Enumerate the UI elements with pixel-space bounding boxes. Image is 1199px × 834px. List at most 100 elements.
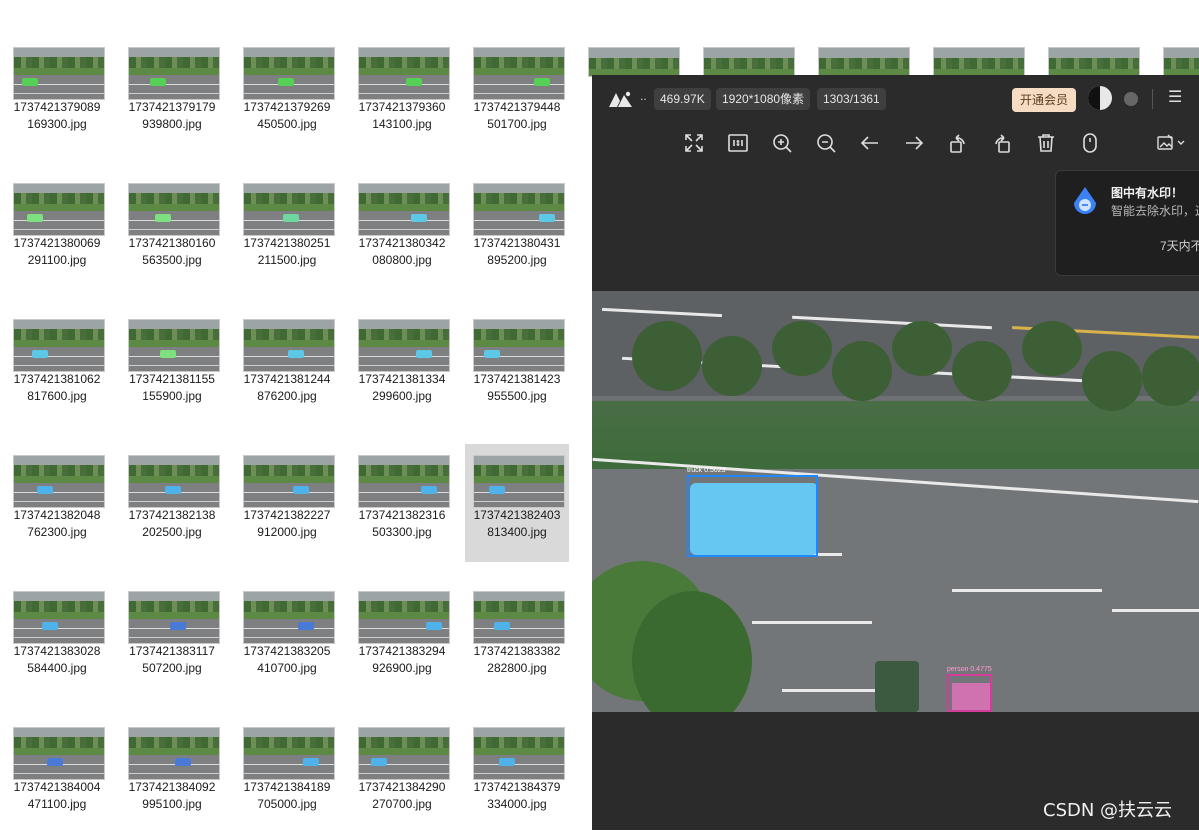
file-tile[interactable]: 1737421383117 507200.jpg	[120, 580, 224, 698]
file-thumbnail	[244, 728, 334, 779]
file-name: 1737421383117 507200.jpg	[129, 644, 215, 675]
avatar[interactable]	[1088, 86, 1112, 110]
file-name: 1737421381244 876200.jpg	[243, 372, 331, 403]
file-tile[interactable]: 1737421384290 270700.jpg	[350, 716, 454, 834]
fit-screen-icon[interactable]	[682, 131, 706, 155]
vip-button[interactable]: 开通会员	[1012, 88, 1076, 112]
detection-image: truck 0.5023 person 0.4775	[592, 291, 1199, 712]
zoom-in-icon[interactable]	[770, 131, 794, 155]
file-name: 1737421380431 895200.jpg	[473, 236, 561, 267]
file-name: 1737421380160 563500.jpg	[128, 236, 216, 267]
file-thumbnail	[129, 184, 219, 235]
resolution-chip: 1920*1080像素	[716, 88, 811, 110]
file-thumbnail	[244, 48, 334, 99]
file-thumbnail-partial[interactable]	[704, 48, 794, 76]
file-name: 1737421383382 282800.jpg	[473, 644, 561, 675]
zoom-out-icon[interactable]	[814, 131, 838, 155]
file-name: 1737421379448 501700.jpg	[473, 100, 561, 131]
rotate-right-icon[interactable]	[990, 131, 1014, 155]
file-name: 1737421384004 471100.jpg	[13, 780, 101, 811]
file-thumbnail	[359, 320, 449, 371]
file-tile[interactable]: 1737421379089 169300.jpg	[5, 36, 109, 154]
file-tile[interactable]: 1737421383028 584400.jpg	[5, 580, 109, 698]
viewer-topbar: .. 469.97K 1920*1080像素 1303/1361 开通会员 ☰	[592, 75, 1199, 123]
watermark-dismiss-link[interactable]: 7天内不	[1160, 237, 1199, 254]
file-thumbnail	[14, 728, 104, 779]
badge-icon[interactable]	[1124, 92, 1138, 106]
file-name: 1737421384092 995100.jpg	[128, 780, 216, 811]
green-truck	[875, 661, 919, 712]
file-tile[interactable]: 1737421382138 202500.jpg	[120, 444, 224, 562]
file-tile[interactable]: 1737421381334 299600.jpg	[350, 308, 454, 426]
file-thumbnail	[359, 728, 449, 779]
file-name: 1737421381062 817600.jpg	[13, 372, 101, 403]
file-thumbnail	[129, 456, 219, 507]
file-tile[interactable]: 1737421379179 939800.jpg	[120, 36, 224, 154]
arrow-right-icon[interactable]	[902, 131, 926, 155]
file-name: 1737421383294 926900.jpg	[358, 644, 446, 675]
file-tile[interactable]: 1737421380342 080800.jpg	[350, 172, 454, 290]
file-name: 1737421379179 939800.jpg	[128, 100, 216, 131]
person-label: person 0.4775	[947, 666, 992, 673]
watermark-drop-icon	[1074, 187, 1096, 214]
file-name: 1737421383028 584400.jpg	[13, 644, 101, 675]
file-tile[interactable]: 1737421380069 291100.jpg	[5, 172, 109, 290]
file-tile[interactable]: 1737421384379 334000.jpg	[465, 716, 569, 834]
file-tile[interactable]: 1737421381062 817600.jpg	[5, 308, 109, 426]
file-name: 1737421381423 955500.jpg	[473, 372, 561, 403]
file-thumbnail	[244, 456, 334, 507]
person-bbox	[947, 674, 992, 712]
file-tile[interactable]: 1737421382227 912000.jpg	[235, 444, 339, 562]
watermark-title: 图中有水印！	[1111, 186, 1184, 200]
file-tile[interactable]: 1737421383382 282800.jpg	[465, 580, 569, 698]
file-tile[interactable]: 1737421379269 450500.jpg	[235, 36, 339, 154]
file-thumbnail-partial[interactable]	[1049, 48, 1139, 76]
file-thumbnail-partial[interactable]	[934, 48, 1024, 76]
file-name: 1737421379360 143100.jpg	[358, 100, 446, 131]
file-thumbnail	[129, 320, 219, 371]
file-tile[interactable]: 1737421383205 410700.jpg	[235, 580, 339, 698]
file-name: 1737421380069 291100.jpg	[13, 236, 101, 267]
divider	[1152, 89, 1153, 109]
file-tile[interactable]: 1737421379360 143100.jpg	[350, 36, 454, 154]
file-size-chip: 469.97K	[654, 88, 711, 110]
file-tile[interactable]: 1737421382403 813400.jpg	[465, 444, 569, 562]
file-tile[interactable]: 1737421383294 926900.jpg	[350, 580, 454, 698]
file-name: 1737421383205 410700.jpg	[243, 644, 331, 675]
file-tile[interactable]: 1737421381423 955500.jpg	[465, 308, 569, 426]
file-name: 1737421382048 762300.jpg	[13, 508, 101, 539]
file-tile[interactable]: 1737421384092 995100.jpg	[120, 716, 224, 834]
viewer-toolbar	[592, 123, 1199, 163]
file-tile[interactable]: 1737421380251 211500.jpg	[235, 172, 339, 290]
file-tile[interactable]: 1737421379448 501700.jpg	[465, 36, 569, 154]
file-tile[interactable]: 1737421381244 876200.jpg	[235, 308, 339, 426]
file-name: 1737421382227 912000.jpg	[243, 508, 331, 539]
file-tile[interactable]: 1737421384189 705000.jpg	[235, 716, 339, 834]
file-thumbnail-partial[interactable]	[819, 48, 909, 76]
menu-icon[interactable]: ☰	[1168, 87, 1182, 107]
file-thumbnail	[14, 320, 104, 371]
file-thumbnail-partial[interactable]	[1164, 48, 1199, 76]
file-thumbnail	[359, 184, 449, 235]
file-tile[interactable]: 1737421381155 155900.jpg	[120, 308, 224, 426]
mouse-icon[interactable]	[1078, 131, 1102, 155]
file-name: 1737421384290 270700.jpg	[358, 780, 446, 811]
file-tile[interactable]: 1737421380431 895200.jpg	[465, 172, 569, 290]
rotate-left-icon[interactable]	[946, 131, 970, 155]
file-tile[interactable]: 1737421382048 762300.jpg	[5, 444, 109, 562]
file-thumbnail-partial[interactable]	[589, 48, 679, 76]
file-thumbnail	[359, 48, 449, 99]
file-tile[interactable]: 1737421380160 563500.jpg	[120, 172, 224, 290]
file-thumbnail	[129, 592, 219, 643]
watermark-notice[interactable]: 图中有水印！ 智能去除水印，这 7天内不	[1055, 170, 1199, 276]
file-tile[interactable]: 1737421384004 471100.jpg	[5, 716, 109, 834]
file-thumbnail	[14, 592, 104, 643]
arrow-left-icon[interactable]	[858, 131, 882, 155]
truck-label: truck 0.5023	[687, 467, 726, 474]
delete-icon[interactable]	[1034, 131, 1058, 155]
actual-size-icon[interactable]	[726, 131, 750, 155]
file-tile[interactable]: 1737421382316 503300.jpg	[350, 444, 454, 562]
watermark-desc: 智能去除水印，这	[1111, 204, 1199, 218]
edit-image-icon[interactable]	[1156, 131, 1186, 155]
file-thumbnail	[474, 184, 564, 235]
